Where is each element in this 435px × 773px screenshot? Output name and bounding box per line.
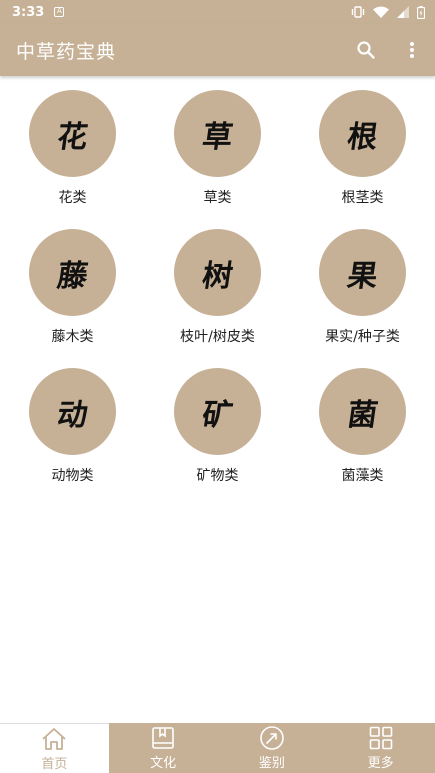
nav-more[interactable]: 更多 <box>326 723 435 773</box>
category-badge: 果 <box>319 229 406 316</box>
category-animal[interactable]: 动 动物类 <box>0 368 145 485</box>
bottom-nav: 首页 文化 鉴别 更多 <box>0 723 435 773</box>
category-vine[interactable]: 藤 藤木类 <box>0 229 145 346</box>
category-grass[interactable]: 草 草类 <box>145 90 290 207</box>
category-glyph: 藤 <box>54 258 90 294</box>
category-label: 动物类 <box>51 468 94 484</box>
notification-icon: A <box>54 7 65 17</box>
category-badge: 菌 <box>319 368 406 455</box>
category-glyph: 果 <box>344 258 380 294</box>
category-glyph: 菌 <box>344 397 380 433</box>
more-button[interactable] <box>389 27 435 73</box>
category-tree[interactable]: 树 枝叶/树皮类 <box>145 229 290 346</box>
more-vert-icon <box>410 42 414 58</box>
category-root[interactable]: 根 根茎类 <box>290 90 435 207</box>
status-time: 3:33 <box>12 4 45 20</box>
nav-culture[interactable]: 文化 <box>109 723 218 773</box>
category-label: 花类 <box>58 190 87 206</box>
category-label: 藤木类 <box>51 329 94 345</box>
signal-icon <box>397 6 409 18</box>
category-badge: 花 <box>29 90 116 177</box>
category-glyph: 花 <box>54 119 90 155</box>
search-icon <box>357 41 375 59</box>
category-badge: 藤 <box>29 229 116 316</box>
compass-icon <box>260 726 284 750</box>
category-glyph: 树 <box>199 258 235 294</box>
category-grid: 花 花类 草 草类 根 根茎类 藤 藤木类 树 枝叶/树皮类 果 果实/种子类 … <box>0 90 435 485</box>
category-badge: 草 <box>174 90 261 177</box>
category-label: 根茎类 <box>341 190 384 206</box>
nav-identify-label: 鉴别 <box>258 756 285 771</box>
status-bar: 3:33 A <box>0 0 435 24</box>
wifi-icon <box>373 6 389 18</box>
nav-identify[interactable]: 鉴别 <box>218 723 327 773</box>
vibrate-icon <box>351 6 365 18</box>
category-badge: 矿 <box>174 368 261 455</box>
home-icon <box>42 727 66 750</box>
category-label: 菌藻类 <box>341 468 384 484</box>
nav-more-label: 更多 <box>367 756 394 771</box>
category-glyph: 动 <box>54 397 90 433</box>
nav-home[interactable]: 首页 <box>0 723 109 773</box>
category-badge: 根 <box>319 90 406 177</box>
category-badge: 动 <box>29 368 116 455</box>
category-label: 草类 <box>203 190 232 206</box>
nav-culture-label: 文化 <box>150 756 177 771</box>
status-icons <box>351 5 425 19</box>
search-button[interactable] <box>343 27 389 73</box>
nav-home-label: 首页 <box>41 756 68 772</box>
category-fungus[interactable]: 菌 菌藻类 <box>290 368 435 485</box>
category-glyph: 根 <box>344 119 380 155</box>
category-label: 枝叶/树皮类 <box>180 329 255 345</box>
category-mineral[interactable]: 矿 矿物类 <box>145 368 290 485</box>
page-title: 中草药宝典 <box>16 40 117 63</box>
category-flower[interactable]: 花 花类 <box>0 90 145 207</box>
category-label: 果实/种子类 <box>325 329 400 345</box>
category-glyph: 草 <box>199 119 235 155</box>
category-label: 矿物类 <box>196 468 239 484</box>
category-fruit[interactable]: 果 果实/种子类 <box>290 229 435 346</box>
app-bar-actions <box>343 27 435 73</box>
app-bar: 中草药宝典 <box>0 24 435 76</box>
category-glyph: 矿 <box>199 397 235 433</box>
category-badge: 树 <box>174 229 261 316</box>
book-icon <box>152 727 174 749</box>
battery-icon <box>417 5 425 19</box>
grid-icon <box>369 726 392 750</box>
